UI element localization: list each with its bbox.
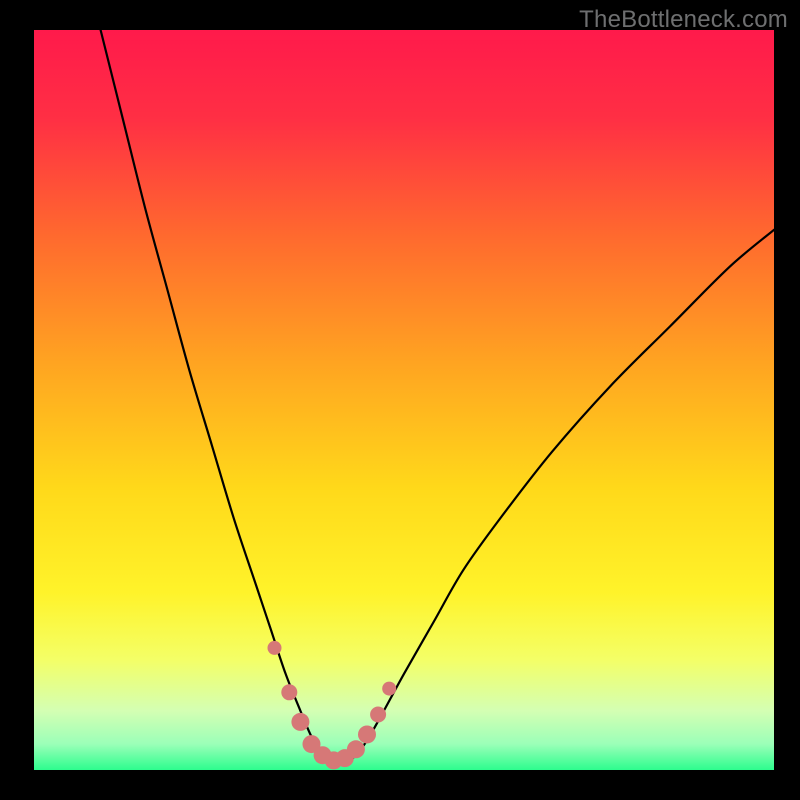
bottleneck-chart bbox=[34, 30, 774, 770]
marker-dot bbox=[347, 740, 365, 758]
heat-gradient-background bbox=[34, 30, 774, 770]
marker-dot bbox=[370, 707, 386, 723]
marker-dot bbox=[281, 684, 297, 700]
marker-dot bbox=[382, 682, 396, 696]
marker-dot bbox=[291, 713, 309, 731]
chart-frame: TheBottleneck.com bbox=[0, 0, 800, 800]
marker-dot bbox=[358, 725, 376, 743]
marker-dot bbox=[268, 641, 282, 655]
